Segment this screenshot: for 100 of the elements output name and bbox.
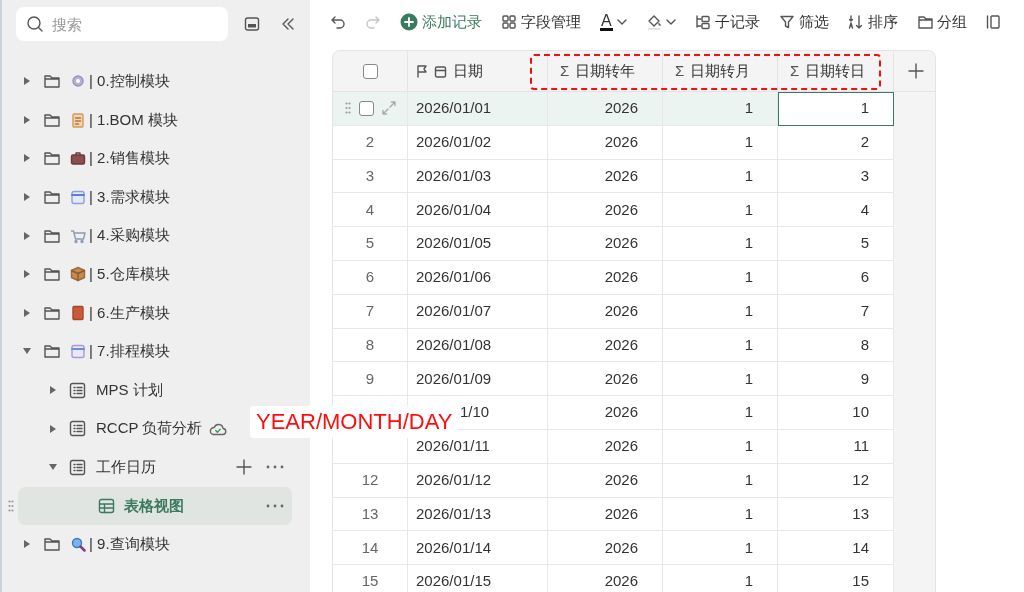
table-cell: 1 bbox=[663, 328, 778, 363]
expand-arrow-icon[interactable] bbox=[22, 76, 32, 87]
table-cell: 2026 bbox=[548, 261, 663, 295]
row-number: 6 bbox=[333, 261, 408, 295]
row-number: 4 bbox=[333, 193, 408, 228]
tree-item[interactable]: | 5.仓库模块 bbox=[18, 254, 170, 294]
folder-icon bbox=[43, 150, 61, 167]
calendar-icon bbox=[70, 343, 86, 360]
select-all-checkbox[interactable] bbox=[362, 63, 378, 79]
tree-item[interactable]: | 6.生产模块 bbox=[18, 293, 170, 333]
book-icon bbox=[70, 304, 86, 321]
expand-arrow-icon[interactable] bbox=[48, 423, 58, 434]
table-cell: 3 bbox=[778, 159, 894, 194]
table-cell: 2026 bbox=[548, 497, 663, 532]
table-cell: 2026 bbox=[548, 125, 663, 160]
table-cell: 1 bbox=[663, 565, 778, 592]
filter-button[interactable]: 筛选 bbox=[778, 10, 829, 34]
item-label: | 1.BOM 模块 bbox=[89, 109, 178, 130]
calendar-icon bbox=[70, 189, 86, 206]
tree-item[interactable]: | 3.需求模块 bbox=[18, 177, 170, 217]
text-color-button[interactable]: A bbox=[600, 13, 627, 31]
table-cell: 1 bbox=[663, 463, 778, 498]
table-cell: 2026/01/02 bbox=[408, 125, 548, 160]
folder-icon bbox=[43, 266, 61, 283]
columns-button[interactable] bbox=[985, 14, 1000, 30]
panel-button[interactable] bbox=[244, 16, 260, 32]
table-cell: 2026 bbox=[548, 396, 663, 430]
table-cell: 2026/01/07 bbox=[408, 294, 548, 329]
list-icon bbox=[69, 458, 86, 476]
table-cell: 2026 bbox=[548, 362, 663, 397]
expand-arrow-icon[interactable] bbox=[22, 153, 32, 164]
add-icon[interactable] bbox=[236, 459, 252, 476]
tree-item[interactable]: | 4.采购模块 bbox=[18, 216, 170, 255]
fields-button[interactable]: 字段管理 bbox=[501, 10, 581, 34]
add-column-icon[interactable] bbox=[907, 63, 924, 79]
expand-arrow-icon[interactable] bbox=[22, 307, 32, 318]
tree-item[interactable]: 工作日历 bbox=[18, 447, 292, 487]
collapse-button[interactable] bbox=[280, 16, 296, 32]
expand-arrow-icon[interactable] bbox=[22, 192, 32, 203]
tree-item[interactable]: MPS 计划 bbox=[18, 370, 163, 410]
subrecord-button[interactable]: 子记录 bbox=[694, 10, 760, 34]
table-cell: 2026 bbox=[548, 463, 663, 498]
tree-item[interactable]: | 0.控制模块 bbox=[18, 62, 170, 101]
table-cell: 2026/01/06 bbox=[408, 261, 548, 295]
folder-icon bbox=[43, 343, 61, 360]
row-checkbox[interactable] bbox=[358, 100, 374, 116]
more-icon[interactable] bbox=[266, 465, 284, 470]
folder-icon bbox=[43, 536, 61, 553]
table-cell: 14 bbox=[778, 531, 894, 566]
folder-icon bbox=[43, 304, 61, 321]
calendar-icon bbox=[434, 64, 447, 78]
expand-arrow-icon[interactable] bbox=[48, 385, 58, 396]
table-cell: 2026/01/14 bbox=[408, 531, 548, 566]
table-cell: 2026/01/15 bbox=[408, 565, 548, 592]
item-label: | 6.生产模块 bbox=[89, 302, 170, 323]
table-cell: 2026/01/04 bbox=[408, 193, 548, 228]
table-cell: 1 bbox=[778, 92, 894, 126]
row-number: 2 bbox=[333, 125, 408, 160]
sort-button[interactable]: 排序 bbox=[847, 10, 898, 34]
expand-arrow-icon[interactable] bbox=[22, 114, 32, 125]
item-label: | 5.仓库模块 bbox=[89, 264, 170, 284]
row-number: 12 bbox=[333, 463, 408, 498]
tree-item[interactable]: | 1.BOM 模块 bbox=[18, 100, 178, 140]
annotation-tooltip: YEAR/MONTH/DAY bbox=[250, 406, 459, 438]
expand-arrow-icon[interactable] bbox=[22, 539, 32, 550]
add-record-button[interactable]: 添加记录 bbox=[400, 10, 482, 34]
table-cell: 1 bbox=[663, 396, 778, 430]
table-cell: 2026 bbox=[548, 328, 663, 363]
list-icon bbox=[69, 381, 86, 399]
group-button[interactable]: 分组 bbox=[916, 10, 967, 34]
tree-item[interactable]: | 7.排程模块 bbox=[18, 332, 170, 371]
table-cell: 1 bbox=[663, 92, 778, 126]
table-cell: 1 bbox=[663, 193, 778, 228]
sort-icon bbox=[847, 14, 864, 30]
table-cell: 2026/01/03 bbox=[408, 159, 548, 194]
drag-handle-icon[interactable] bbox=[344, 102, 351, 115]
table-cell: 2026 bbox=[548, 159, 663, 194]
row-number: 7 bbox=[333, 294, 408, 329]
undo-button[interactable] bbox=[330, 14, 346, 30]
add-circle-icon bbox=[400, 13, 418, 31]
more-icon[interactable] bbox=[266, 503, 284, 508]
expand-arrow-icon[interactable] bbox=[22, 230, 32, 241]
expand-arrow-icon[interactable] bbox=[22, 269, 32, 280]
item-label: | 7.排程模块 bbox=[89, 341, 170, 362]
folder-icon bbox=[43, 73, 61, 90]
tree-item[interactable]: RCCP 负荷分析 bbox=[18, 409, 228, 448]
collapse-icon bbox=[280, 16, 296, 32]
table-cell: 7 bbox=[778, 294, 894, 329]
row-number: 15 bbox=[333, 565, 408, 592]
briefcase-icon bbox=[70, 150, 86, 167]
table-cell: 2 bbox=[778, 125, 894, 160]
tree-item[interactable]: | 9.查询模块 bbox=[18, 525, 170, 564]
table-cell: 1 bbox=[663, 429, 778, 464]
table-icon bbox=[98, 497, 115, 514]
tree-item[interactable]: | 2.销售模块 bbox=[18, 139, 170, 178]
item-label: RCCP 负荷分析 bbox=[96, 418, 203, 439]
search-field[interactable]: 搜索 bbox=[16, 7, 228, 41]
row-number: 13 bbox=[333, 497, 408, 532]
fill-color-button[interactable] bbox=[645, 13, 676, 31]
list-icon bbox=[69, 420, 86, 438]
